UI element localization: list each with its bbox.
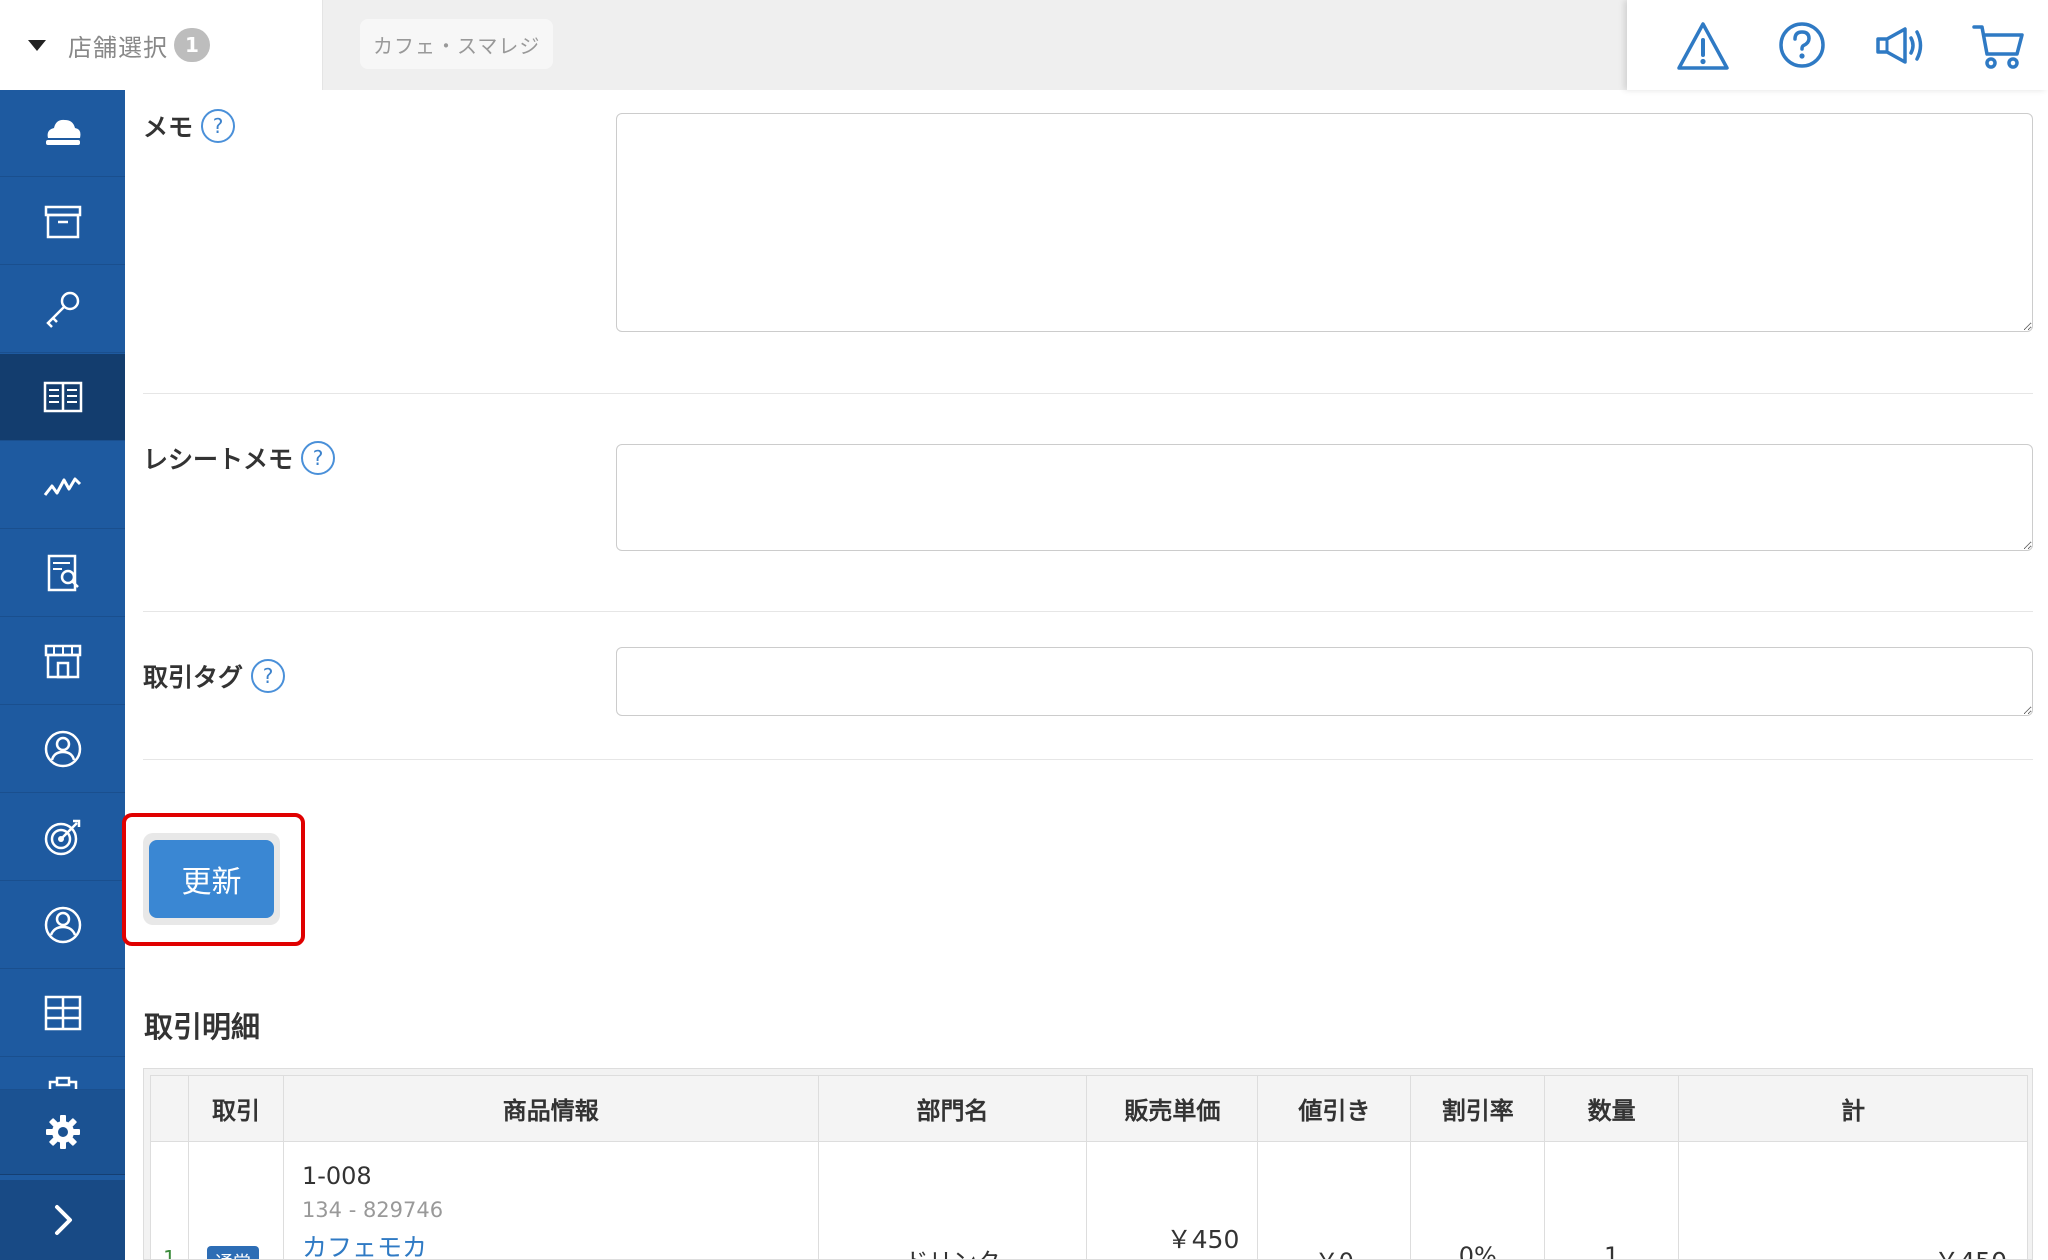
sidebar-settings-button[interactable] xyxy=(0,1090,125,1175)
store-icon xyxy=(44,644,81,679)
sidebar-item-customers[interactable] xyxy=(0,706,125,793)
transaction-tag-label: 取引タグ xyxy=(143,663,244,692)
sidebar xyxy=(0,90,125,1260)
column-header-quantity: 数量 xyxy=(1544,1075,1680,1142)
column-header-total: 計 xyxy=(1678,1075,2028,1142)
clipboard-icon xyxy=(48,1076,77,1089)
sidebar-expand-button[interactable] xyxy=(0,1180,125,1260)
product-barcode: 134 - 829746 xyxy=(301,1198,444,1222)
table-header-row: 取引 商品情報 部門名 販売単価 値引き 割引率 数量 計 xyxy=(150,1075,2028,1142)
transaction-tag-textarea[interactable] xyxy=(616,647,2033,716)
target-icon xyxy=(44,819,80,856)
selected-store-chip[interactable]: カフェ・スマレジ xyxy=(360,19,554,69)
transaction-type-badge: 通常 xyxy=(206,1246,259,1259)
sidebar-item-apps[interactable] xyxy=(0,970,125,1057)
product-code: 1-008 xyxy=(301,1162,372,1190)
selected-store-area: カフェ・スマレジ xyxy=(323,0,1627,90)
column-header-department: 部門名 xyxy=(817,1075,1088,1142)
quantity: 1 xyxy=(1604,1242,1620,1260)
column-header-discount-rate: 割引率 xyxy=(1410,1075,1546,1142)
department-name: ドリンク xyxy=(819,1142,1087,1259)
row-index: 1 xyxy=(163,1246,176,1260)
receipt-memo-textarea[interactable] xyxy=(616,444,2033,551)
column-header-index xyxy=(150,1075,189,1142)
table-row: 1 通常 1-008 134 - 829746 カフェモカ ドリンク ￥450 … xyxy=(150,1141,2028,1260)
memo-label: メモ xyxy=(143,113,194,142)
sidebar-item-targets[interactable] xyxy=(0,794,125,881)
sidebar-item-reports[interactable] xyxy=(0,530,125,617)
cart-icon[interactable] xyxy=(1971,18,2027,74)
megaphone-icon[interactable] xyxy=(1872,18,1928,74)
report-search-icon xyxy=(47,554,79,592)
top-bar: 店舗選択 1 カフェ・スマレジ xyxy=(0,0,2048,90)
memo-label-group: メモ ? xyxy=(143,108,236,144)
line-total: ￥450 xyxy=(1679,1142,2027,1259)
top-icon-group xyxy=(1627,0,2048,90)
archive-box-icon xyxy=(44,205,81,239)
ledger-book-icon xyxy=(43,381,82,413)
sidebar-item-register[interactable] xyxy=(0,90,125,177)
sidebar-item-clipboard[interactable] xyxy=(0,1058,125,1090)
divider xyxy=(143,393,2033,394)
caret-down-icon xyxy=(28,39,46,51)
cloud-register-icon xyxy=(45,119,80,145)
transaction-details-table-wrap: 取引 商品情報 部門名 販売単価 値引き 割引率 数量 計 1 通常 1-008… xyxy=(143,1068,2033,1260)
divider xyxy=(143,611,2033,612)
divider xyxy=(143,759,2033,760)
receipt-memo-label-group: レシートメモ ? xyxy=(143,440,336,476)
staff-icon xyxy=(44,906,81,944)
transaction-details-title: 取引明細 xyxy=(144,1010,261,1044)
discount-amount: ￥0 xyxy=(1258,1142,1410,1259)
column-header-discount: 値引き xyxy=(1257,1075,1412,1142)
column-header-type: 取引 xyxy=(187,1075,284,1142)
sidebar-item-staff[interactable] xyxy=(0,882,125,969)
store-count-badge: 1 xyxy=(174,28,210,62)
transaction-details-table: 取引 商品情報 部門名 販売単価 値引き 割引率 数量 計 1 通常 1-008… xyxy=(150,1075,2028,1260)
trend-chart-icon xyxy=(43,477,81,496)
sidebar-item-stores[interactable] xyxy=(0,618,125,705)
receipt-memo-help-icon[interactable]: ? xyxy=(301,441,336,475)
unit-price: ￥450 xyxy=(1166,1225,1240,1254)
memo-help-icon[interactable]: ? xyxy=(201,109,236,143)
transaction-tag-label-group: 取引タグ ? xyxy=(143,658,286,694)
column-header-product: 商品情報 xyxy=(282,1075,819,1142)
product-name-link[interactable]: カフェモカ xyxy=(284,1222,818,1259)
warning-icon[interactable] xyxy=(1675,18,1731,74)
memo-textarea[interactable] xyxy=(616,113,2033,332)
store-select-label: 店舗選択 xyxy=(68,33,168,62)
sidebar-item-tools[interactable] xyxy=(0,266,125,353)
customer-icon xyxy=(44,730,81,768)
sidebar-item-analytics[interactable] xyxy=(0,442,125,529)
discount-rate: 0% xyxy=(1458,1242,1497,1260)
help-circle-icon[interactable] xyxy=(1774,18,1830,74)
receipt-memo-label: レシートメモ xyxy=(143,445,294,474)
store-select-dropdown[interactable]: 店舗選択 1 xyxy=(0,0,323,90)
gear-icon xyxy=(45,1115,80,1149)
column-header-unit-price: 販売単価 xyxy=(1086,1075,1259,1142)
grid-apps-icon xyxy=(44,995,81,1031)
key-icon xyxy=(45,291,79,328)
transaction-tag-help-icon[interactable]: ? xyxy=(251,659,286,693)
sidebar-item-transactions[interactable] xyxy=(0,354,125,441)
chevron-right-icon xyxy=(54,1205,72,1235)
update-button[interactable]: 更新 xyxy=(149,840,274,918)
sidebar-item-inventory[interactable] xyxy=(0,178,125,265)
